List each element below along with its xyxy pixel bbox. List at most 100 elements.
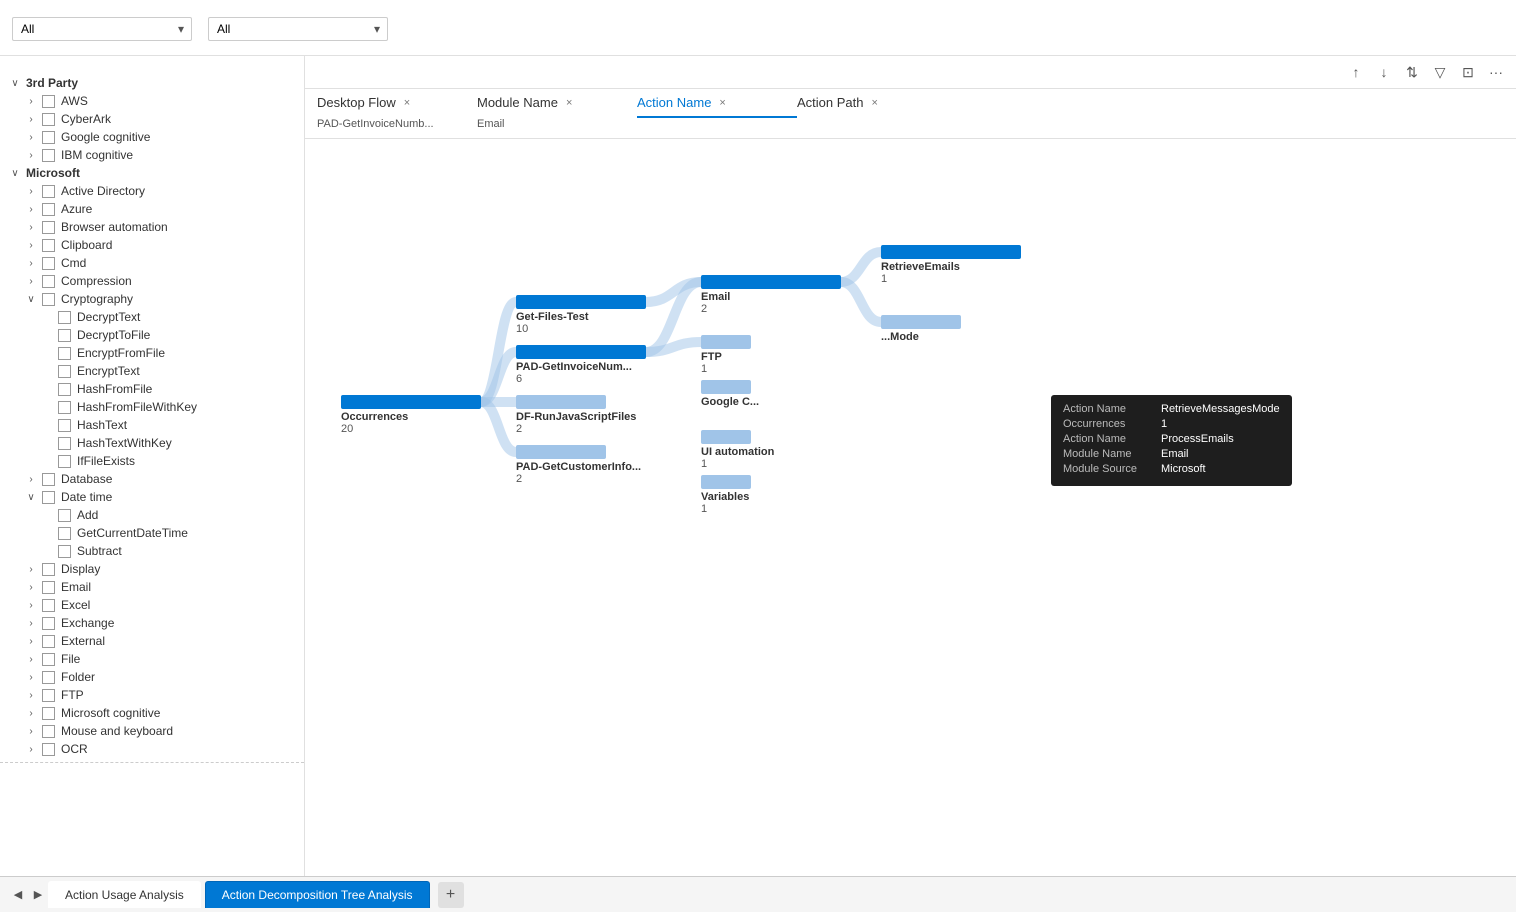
- node-get-files-test[interactable]: Get-Files-Test10: [516, 295, 646, 335]
- node-retrieve-emails[interactable]: RetrieveEmails1: [881, 245, 1021, 285]
- sidebar-item-email[interactable]: ›Email: [0, 578, 304, 596]
- col-header-close-desktop-flow[interactable]: ×: [404, 97, 410, 109]
- expand-icon[interactable]: ⊡: [1456, 60, 1480, 84]
- sort-desc-icon[interactable]: ↓: [1372, 60, 1396, 84]
- checkbox-google-cognitive[interactable]: [42, 131, 55, 144]
- sidebar-item-microsoft-cognitive[interactable]: ›Microsoft cognitive: [0, 704, 304, 722]
- tab-action-usage[interactable]: Action Usage Analysis: [48, 881, 201, 908]
- sort-both-icon[interactable]: ⇅: [1400, 60, 1424, 84]
- checkbox-excel[interactable]: [42, 599, 55, 612]
- sidebar-item-hashtextwithkey[interactable]: HashTextWithKey: [0, 434, 304, 452]
- sidebar-item-microsoft[interactable]: ∨Microsoft: [0, 164, 304, 182]
- checkbox-cryptography[interactable]: [42, 293, 55, 306]
- checkbox-email[interactable]: [42, 581, 55, 594]
- checkbox-cmd[interactable]: [42, 257, 55, 270]
- col-header-module-name[interactable]: Module Name×: [477, 89, 637, 118]
- node-variables[interactable]: Variables1: [701, 475, 751, 515]
- sidebar-item-external[interactable]: ›External: [0, 632, 304, 650]
- sidebar-item-hashfromfilewithkey[interactable]: HashFromFileWithKey: [0, 398, 304, 416]
- sidebar-item-active-directory[interactable]: ›Active Directory: [0, 182, 304, 200]
- sidebar-item-azure[interactable]: ›Azure: [0, 200, 304, 218]
- sidebar-item-cryptography[interactable]: ∨Cryptography: [0, 290, 304, 308]
- checkbox-database[interactable]: [42, 473, 55, 486]
- checkbox-getcurrentdatetime[interactable]: [58, 527, 71, 540]
- checkbox-encrypttext[interactable]: [58, 365, 71, 378]
- node-mode[interactable]: ...Mode: [881, 315, 961, 343]
- checkbox-hashfromfile[interactable]: [58, 383, 71, 396]
- checkbox-hashtextwithkey[interactable]: [58, 437, 71, 450]
- checkbox-ocr[interactable]: [42, 743, 55, 756]
- col-header-close-action-path[interactable]: ×: [872, 97, 878, 109]
- node-ftp[interactable]: FTP1: [701, 335, 751, 375]
- sidebar-item-cmd[interactable]: ›Cmd: [0, 254, 304, 272]
- checkbox-iffileexists[interactable]: [58, 455, 71, 468]
- checkbox-external[interactable]: [42, 635, 55, 648]
- sidebar-item-ocr[interactable]: ›OCR: [0, 740, 304, 758]
- col-header-action-name[interactable]: Action Name×: [637, 89, 797, 118]
- node-pad-getinvoice[interactable]: PAD-GetInvoiceNum...6: [516, 345, 646, 385]
- sidebar-item-folder[interactable]: ›Folder: [0, 668, 304, 686]
- sidebar-item-date-time[interactable]: ∨Date time: [0, 488, 304, 506]
- sidebar-item-excel[interactable]: ›Excel: [0, 596, 304, 614]
- checkbox-browser-automation[interactable]: [42, 221, 55, 234]
- node-occurrences[interactable]: Occurrences20: [341, 395, 481, 435]
- sort-asc-icon[interactable]: ↑: [1344, 60, 1368, 84]
- sidebar-item-aws[interactable]: ›AWS: [0, 92, 304, 110]
- filter-dlp-select[interactable]: All: [12, 17, 192, 41]
- sidebar-item-database[interactable]: ›Database: [0, 470, 304, 488]
- tab-scroll-left[interactable]: ◀: [8, 885, 28, 905]
- sidebar-item-cyberark[interactable]: ›CyberArk: [0, 110, 304, 128]
- node-email[interactable]: Email2: [701, 275, 841, 315]
- sidebar-item-encryptfromfile[interactable]: EncryptFromFile: [0, 344, 304, 362]
- filter-flow-select-wrap[interactable]: All: [208, 17, 388, 41]
- checkbox-exchange[interactable]: [42, 617, 55, 630]
- filter-icon[interactable]: ▽: [1428, 60, 1452, 84]
- sidebar-item-browser-automation[interactable]: ›Browser automation: [0, 218, 304, 236]
- col-header-close-action-name[interactable]: ×: [719, 97, 725, 109]
- checkbox-ftp[interactable]: [42, 689, 55, 702]
- tab-scroll-right[interactable]: ▶: [28, 885, 48, 905]
- col-header-close-module-name[interactable]: ×: [566, 97, 572, 109]
- sidebar-item-compression[interactable]: ›Compression: [0, 272, 304, 290]
- checkbox-encryptfromfile[interactable]: [58, 347, 71, 360]
- node-pad-getcustomerinfo[interactable]: PAD-GetCustomerInfo...2: [516, 445, 641, 485]
- checkbox-azure[interactable]: [42, 203, 55, 216]
- sidebar-item-iffileexists[interactable]: IfFileExists: [0, 452, 304, 470]
- sidebar-item-clipboard[interactable]: ›Clipboard: [0, 236, 304, 254]
- checkbox-mouse-keyboard[interactable]: [42, 725, 55, 738]
- checkbox-hashtext[interactable]: [58, 419, 71, 432]
- checkbox-decrypttext[interactable]: [58, 311, 71, 324]
- node-ui-automation[interactable]: UI automation1: [701, 430, 774, 470]
- col-header-action-path[interactable]: Action Path×: [797, 89, 957, 118]
- col-header-desktop-flow[interactable]: Desktop Flow×: [317, 89, 477, 118]
- tab-add-button[interactable]: +: [438, 882, 464, 908]
- checkbox-cyberark[interactable]: [42, 113, 55, 126]
- filter-flow-select[interactable]: All: [208, 17, 388, 41]
- checkbox-microsoft-cognitive[interactable]: [42, 707, 55, 720]
- sidebar-item-decrypttofile[interactable]: DecryptToFile: [0, 326, 304, 344]
- sidebar-item-encrypttext[interactable]: EncryptText: [0, 362, 304, 380]
- checkbox-decrypttofile[interactable]: [58, 329, 71, 342]
- sidebar-item-subtract[interactable]: Subtract: [0, 542, 304, 560]
- checkbox-ibm-cognitive[interactable]: [42, 149, 55, 162]
- sidebar-item-google-cognitive[interactable]: ›Google cognitive: [0, 128, 304, 146]
- sidebar-item-exchange[interactable]: ›Exchange: [0, 614, 304, 632]
- node-google[interactable]: Google C...: [701, 380, 759, 408]
- filter-dlp-select-wrap[interactable]: All: [12, 17, 192, 41]
- sidebar-item-display[interactable]: ›Display: [0, 560, 304, 578]
- checkbox-add[interactable]: [58, 509, 71, 522]
- checkbox-folder[interactable]: [42, 671, 55, 684]
- checkbox-file[interactable]: [42, 653, 55, 666]
- sidebar-item-decrypttext[interactable]: DecryptText: [0, 308, 304, 326]
- sidebar-item-hashtext[interactable]: HashText: [0, 416, 304, 434]
- checkbox-date-time[interactable]: [42, 491, 55, 504]
- sidebar-item-getcurrentdatetime[interactable]: GetCurrentDateTime: [0, 524, 304, 542]
- checkbox-display[interactable]: [42, 563, 55, 576]
- more-icon[interactable]: ···: [1484, 60, 1508, 84]
- sidebar-item-hashfromfile[interactable]: HashFromFile: [0, 380, 304, 398]
- sidebar-item-add[interactable]: Add: [0, 506, 304, 524]
- chart-area[interactable]: Occurrences20 PAD-GetInvoiceNum...6 Get-Fi…: [305, 139, 1516, 876]
- checkbox-compression[interactable]: [42, 275, 55, 288]
- checkbox-clipboard[interactable]: [42, 239, 55, 252]
- checkbox-active-directory[interactable]: [42, 185, 55, 198]
